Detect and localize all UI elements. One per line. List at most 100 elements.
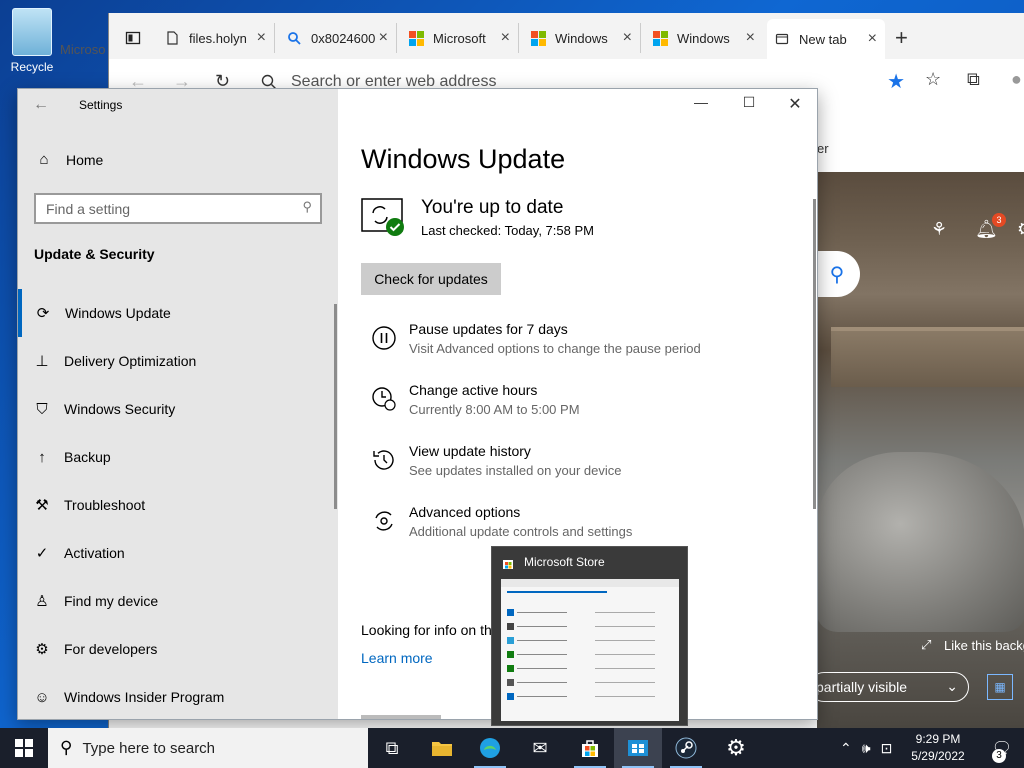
tab-microsoft[interactable]: Microsoft × <box>401 23 519 53</box>
microsoft-logo-icon <box>531 31 546 46</box>
sidebar-item-find-my-device[interactable]: ♙ Find my device <box>18 577 338 625</box>
tab-error-search[interactable]: 0x8024600 × <box>279 23 397 53</box>
home-icon: ⌂ <box>39 151 49 168</box>
taskbar-search-box[interactable]: ⚲ Type here to search <box>48 728 368 768</box>
favorite-star-icon[interactable]: ★ <box>887 69 905 94</box>
sidebar-item-home[interactable]: ⌂ Home <box>34 151 103 168</box>
collections-icon[interactable]: ⧉ <box>967 69 980 90</box>
sidebar-scrollbar[interactable] <box>334 304 337 509</box>
tab-title: Windows <box>677 30 730 46</box>
sidebar-item-delivery-optimization[interactable]: ⊥ Delivery Optimization <box>18 337 338 385</box>
store-button[interactable] <box>566 728 614 768</box>
network-icon[interactable]: ⊡ <box>881 740 893 757</box>
grid-icon: ▦ <box>994 680 1006 694</box>
task-view-button[interactable]: ⧉ <box>368 728 416 768</box>
sidebar-item-windows-update[interactable]: ⟳ Windows Update <box>18 289 338 337</box>
option-advanced-options[interactable]: Advanced options Additional update contr… <box>361 504 781 548</box>
layout-grid-button[interactable]: ▦ <box>987 674 1013 700</box>
close-tab-icon[interactable]: × <box>501 29 510 47</box>
close-tab-icon[interactable]: × <box>623 29 632 47</box>
settings-gear-icon[interactable]: ⚙ <box>1017 219 1024 240</box>
option-update-history[interactable]: View update history See updates installe… <box>361 443 781 487</box>
recycle-bin-shortcut[interactable]: Recycle <box>4 8 60 74</box>
sidebar-item-windows-security[interactable]: ⛉ Windows Security <box>18 385 338 433</box>
sidebar-item-label: Windows Insider Program <box>64 689 225 705</box>
rewards-icon[interactable]: ⚘ <box>931 219 947 240</box>
mail-button[interactable]: ✉ <box>516 728 564 768</box>
window-title: Settings <box>79 98 123 112</box>
document-icon <box>167 31 178 45</box>
partial-header-text: er <box>817 141 829 156</box>
steam-button[interactable] <box>662 728 710 768</box>
expand-icon[interactable]: ⤢ <box>921 637 931 653</box>
search-icon: ⚲ <box>302 199 312 214</box>
sidebar-item-backup[interactable]: ↑ Backup <box>18 433 338 481</box>
start-button[interactable] <box>0 728 48 768</box>
profile-avatar-icon[interactable]: ● <box>1011 69 1022 90</box>
close-tab-icon[interactable]: × <box>868 30 877 48</box>
close-icon[interactable]: ✕ <box>772 94 817 118</box>
close-tab-icon[interactable]: × <box>746 29 755 47</box>
gear-icon: ⚙ <box>726 735 746 760</box>
section-heading: Update & Security <box>34 246 155 262</box>
favorites-icon[interactable]: ☆ <box>925 69 941 90</box>
option-title: Pause updates for 7 days <box>409 321 568 337</box>
preview-row <box>507 623 671 630</box>
new-tab-button[interactable]: + <box>895 25 908 51</box>
back-arrow-icon[interactable]: ← <box>18 96 64 114</box>
history-icon <box>373 450 394 470</box>
clipped-heading <box>361 715 441 719</box>
settings-gear-button[interactable]: ⚙ <box>712 728 760 768</box>
search-icon: ⚲ <box>60 738 73 757</box>
find-setting-input[interactable]: Find a setting ⚲ <box>34 193 322 224</box>
minimize-icon[interactable]: — <box>678 94 724 118</box>
tab-windows-1[interactable]: Windows × <box>523 23 641 53</box>
volume-icon[interactable]: 🕪︎ <box>862 740 871 757</box>
preview-tabs <box>507 591 607 593</box>
tab-new-tab[interactable]: New tab × <box>767 19 885 59</box>
tab-title: Microsoft <box>433 30 486 46</box>
store-thumbnail-preview[interactable]: Microsoft Store <box>491 546 688 726</box>
option-pause-updates[interactable]: Pause updates for 7 days Visit Advanced … <box>361 321 781 365</box>
sidebar-item-troubleshoot[interactable]: ⚒ Troubleshoot <box>18 481 338 529</box>
content-scrollbar[interactable] <box>813 199 816 509</box>
info-heading: Looking for info on the <box>361 622 500 638</box>
content-visibility-dropdown[interactable]: partially visible ⌄ <box>809 672 969 702</box>
delivery-icon: ⊥ <box>35 353 49 370</box>
system-tray: ⌃ 🕪︎ ⊡ <box>840 728 892 768</box>
insider-cat-icon: ☺ <box>34 688 50 706</box>
settings-window: ← Settings ⌂ Home Find a setting ⚲ Updat… <box>17 88 818 720</box>
clock-icon <box>372 387 396 411</box>
page-title: Windows Update <box>361 144 566 174</box>
web-search-button[interactable]: ⚲ <box>814 251 860 297</box>
tab-windows-2[interactable]: Windows × <box>645 23 763 53</box>
preview-row <box>507 693 671 700</box>
sidebar-item-activation[interactable]: ✓ Activation <box>18 529 338 577</box>
learn-more-link[interactable]: Learn more <box>361 650 433 666</box>
chevron-up-icon[interactable]: ⌃ <box>840 740 852 757</box>
close-tab-icon[interactable]: × <box>379 29 388 47</box>
clock[interactable]: 9:29 PM 5/29/2022 <box>906 731 970 765</box>
file-explorer-button[interactable] <box>418 728 466 768</box>
maximize-icon[interactable]: ☐ <box>726 94 772 118</box>
sidebar-item-windows-insider[interactable]: ☺ Windows Insider Program <box>18 673 338 719</box>
folder-icon <box>432 742 452 756</box>
newtab-icon <box>775 33 789 45</box>
option-subtitle: See updates installed on your device <box>409 463 622 478</box>
hero-rock <box>817 452 1024 632</box>
option-active-hours[interactable]: Change active hours Currently 8:00 AM to… <box>361 382 781 426</box>
edge-button[interactable] <box>466 728 514 768</box>
sidebar-item-for-developers[interactable]: ⚙ For developers <box>18 625 338 673</box>
tab-files[interactable]: files.holyn × <box>157 23 275 53</box>
settings-taskbar-button[interactable] <box>614 728 662 768</box>
preview-row <box>507 637 671 644</box>
close-tab-icon[interactable]: × <box>257 29 266 47</box>
plus-icon: + <box>895 25 908 50</box>
like-background-link[interactable]: Like this backg <box>944 638 1024 653</box>
microsoft-logo-icon <box>653 31 668 46</box>
taskbar-search-placeholder: Type here to search <box>82 739 216 757</box>
sidebar-item-label: Home <box>66 151 104 168</box>
check-for-updates-button[interactable]: Check for updates <box>361 263 501 295</box>
option-title: Change active hours <box>409 382 538 398</box>
tab-actions-button[interactable] <box>119 25 147 51</box>
